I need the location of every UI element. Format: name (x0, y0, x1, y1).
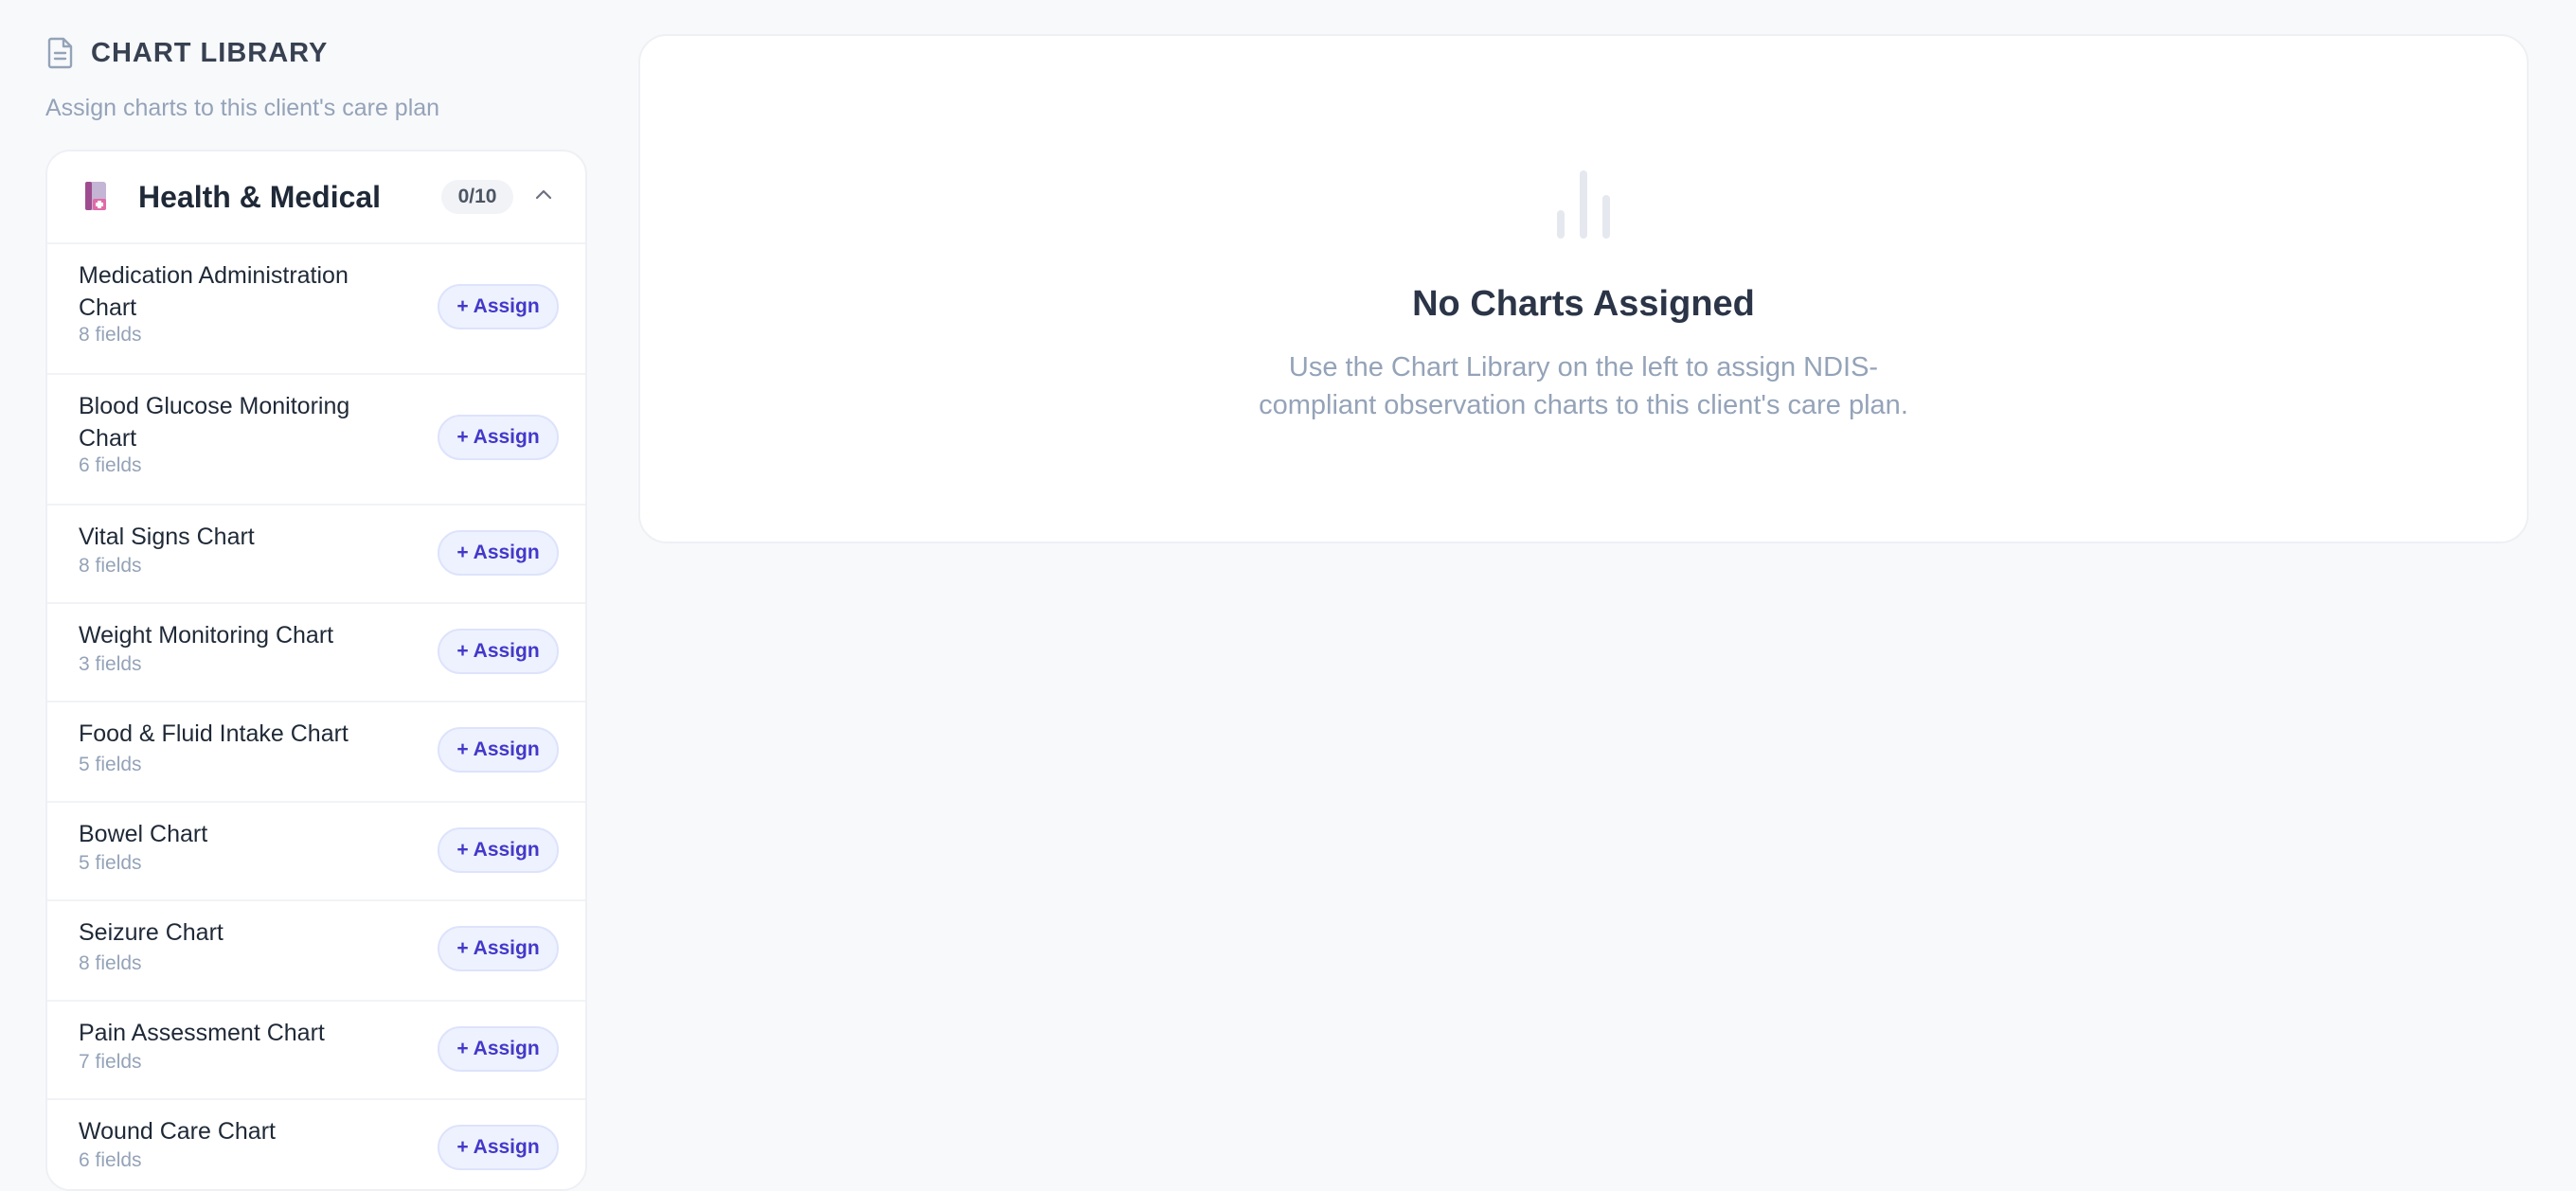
document-icon (47, 37, 73, 69)
list-item: Wound Care Chart 6 fields + Assign (47, 1098, 585, 1189)
assign-button[interactable]: + Assign (438, 827, 559, 873)
list-item: Vital Signs Chart 8 fields + Assign (47, 504, 585, 604)
empty-state-title: No Charts Assigned (1412, 284, 1755, 324)
empty-state-line-1: Use the Chart Library on the left to ass… (1288, 352, 1879, 382)
category-card-health-medical: Health & Medical 0/10 Medication Adminis… (45, 150, 587, 1191)
category-header[interactable]: Health & Medical 0/10 (47, 151, 585, 244)
bar-chart-icon (1557, 170, 1610, 239)
chart-name: Medication Administration Chart (79, 262, 349, 321)
medical-kit-icon (85, 182, 106, 210)
field-count: 8 fields (79, 952, 142, 974)
assign-button[interactable]: + Assign (438, 530, 559, 576)
chart-name: Weight Monitoring Chart (79, 622, 334, 649)
chart-library-sidebar: CHART LIBRARY Assign charts to this clie… (45, 0, 589, 1191)
list-item: Blood Glucose Monitoring Chart 6 fields … (47, 373, 585, 506)
chart-library-header: CHART LIBRARY (45, 34, 328, 72)
list-item: Weight Monitoring Chart 3 fields + Assig… (47, 602, 585, 702)
chart-name: Food & Fluid Intake Chart (79, 720, 349, 747)
chart-name: Wound Care Chart (79, 1118, 276, 1145)
assign-button[interactable]: + Assign (438, 926, 559, 971)
chart-name: Blood Glucose Monitoring Chart (79, 393, 350, 452)
empty-state-description: Use the Chart Library on the left to ass… (640, 348, 2527, 424)
field-count: 8 fields (79, 555, 142, 577)
assign-button[interactable]: + Assign (438, 1125, 559, 1170)
field-count: 5 fields (79, 754, 142, 775)
field-count: 8 fields (79, 324, 142, 346)
chart-library-subtitle: Assign charts to this client's care plan (45, 95, 440, 121)
list-item: Bowel Chart 5 fields + Assign (47, 801, 585, 901)
category-count-badge: 0/10 (441, 180, 513, 214)
assigned-charts-panel: No Charts Assigned Use the Chart Library… (638, 34, 2529, 543)
list-item: Pain Assessment Chart 7 fields + Assign (47, 1000, 585, 1100)
empty-state-line-2: compliant observation charts to this cli… (1259, 390, 1908, 420)
chart-name: Vital Signs Chart (79, 524, 255, 550)
field-count: 7 fields (79, 1051, 142, 1073)
assign-button[interactable]: + Assign (438, 284, 559, 329)
field-count: 3 fields (79, 653, 142, 675)
field-count: 5 fields (79, 852, 142, 874)
assign-button[interactable]: + Assign (438, 727, 559, 773)
list-item: Medication Administration Chart 8 fields… (47, 242, 585, 375)
list-item: Seizure Chart 8 fields + Assign (47, 899, 585, 1002)
list-item: Food & Fluid Intake Chart 5 fields + Ass… (47, 701, 585, 803)
field-count: 6 fields (79, 454, 142, 476)
chevron-up-icon[interactable] (532, 184, 555, 206)
chart-name: Seizure Chart (79, 919, 224, 946)
field-count: 6 fields (79, 1149, 142, 1171)
chart-library-title: CHART LIBRARY (91, 37, 329, 68)
assign-button[interactable]: + Assign (438, 629, 559, 674)
chart-name: Pain Assessment Chart (79, 1020, 325, 1046)
category-title: Health & Medical (138, 180, 382, 214)
assign-button[interactable]: + Assign (438, 415, 559, 460)
chart-name: Bowel Chart (79, 821, 208, 847)
assign-button[interactable]: + Assign (438, 1026, 559, 1072)
